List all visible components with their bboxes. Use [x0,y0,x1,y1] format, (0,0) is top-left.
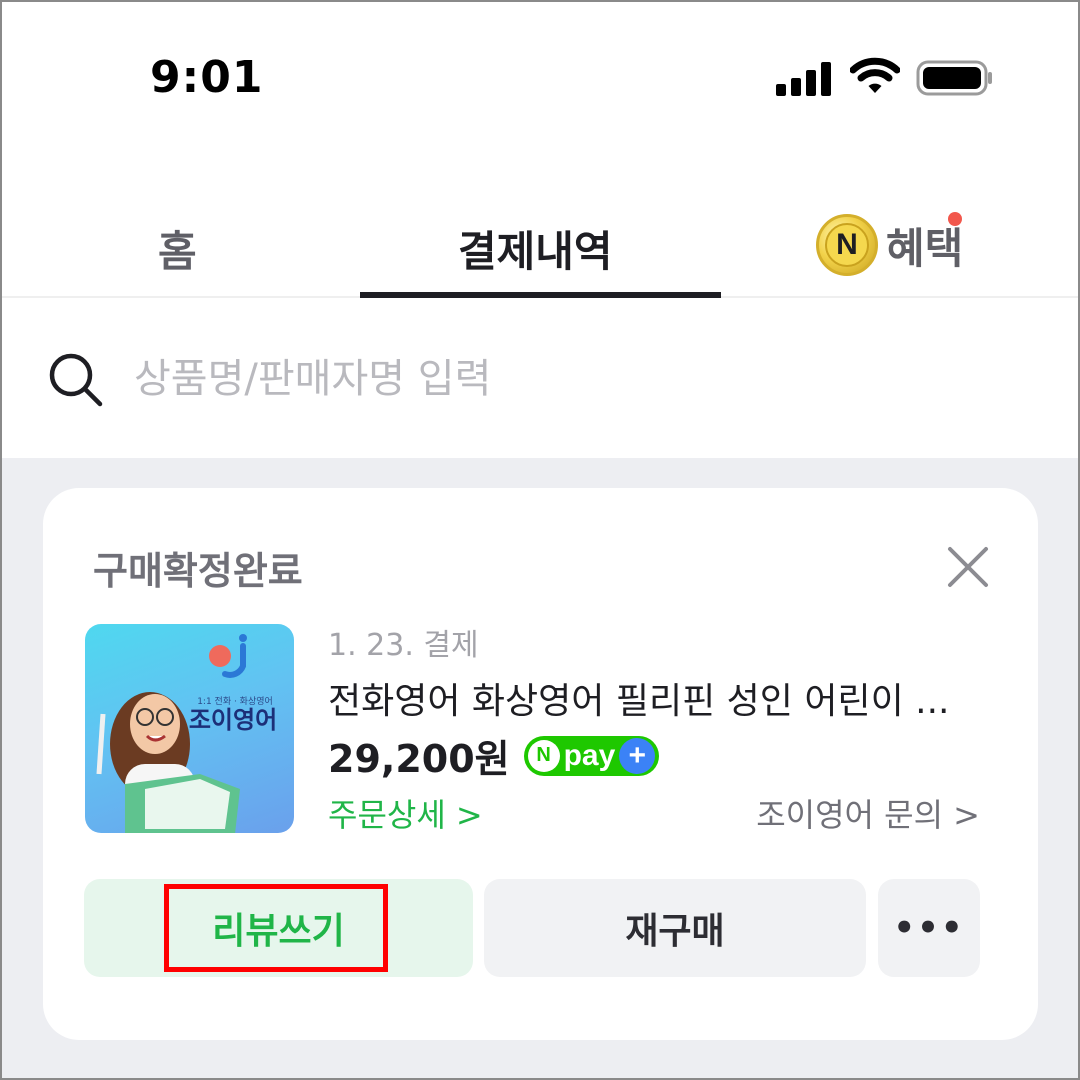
active-tab-indicator [360,292,721,298]
product-image: 1:1 전화 · 화상영어 조이영어 [96,634,277,833]
order-card: 구매확정완료 1:1 전화 · 화상영어 조이영어 1. 23. 결제 전화영어… [43,488,1038,1040]
more-icon[interactable]: ••• [878,879,980,977]
price-row: 29,200원 N pay + [328,728,660,783]
status-bar: 9:01 [0,0,1080,160]
battery-icon [916,60,992,96]
payment-date: 1. 23. 결제 [328,628,479,663]
notification-dot [948,212,962,226]
search-icon[interactable] [48,352,104,408]
npay-plus-icon: + [619,737,656,774]
coin-letter: N [836,228,858,261]
npay-text: pay [563,738,616,772]
product-thumbnail[interactable]: 1:1 전화 · 화상영어 조이영어 [85,624,294,833]
npay-n-icon: N [527,739,560,772]
search-bar [0,300,1080,458]
rebuy-button[interactable]: 재구매 [484,879,866,977]
npay-plus-badge: N pay + [523,735,660,776]
close-icon[interactable] [947,546,989,588]
product-price: 29,200원 [328,737,510,781]
order-detail-link[interactable]: 주문상세 > [328,790,483,836]
seller-inquiry-link[interactable]: 조이영어 문의 > [756,790,980,836]
thumbnail-brand: 조이영어 [189,706,277,734]
signal-icon [776,60,832,96]
coin-icon: N [816,214,878,276]
order-status: 구매확정완료 [93,549,303,593]
tab-benefits[interactable]: N 혜택 [816,214,963,276]
wifi-icon [850,57,900,93]
tab-home[interactable]: 홈 [158,218,197,279]
product-name[interactable]: 전화영어 화상영어 필리핀 성인 어린이 ... [328,672,988,724]
top-tabs: 홈 결제내역 N 혜택 [0,200,1080,298]
tab-payment-history[interactable]: 결제내역 [458,218,613,279]
search-input[interactable] [134,346,1014,412]
write-review-button[interactable]: 리뷰쓰기 [84,879,473,977]
status-time: 9:01 [150,52,264,103]
